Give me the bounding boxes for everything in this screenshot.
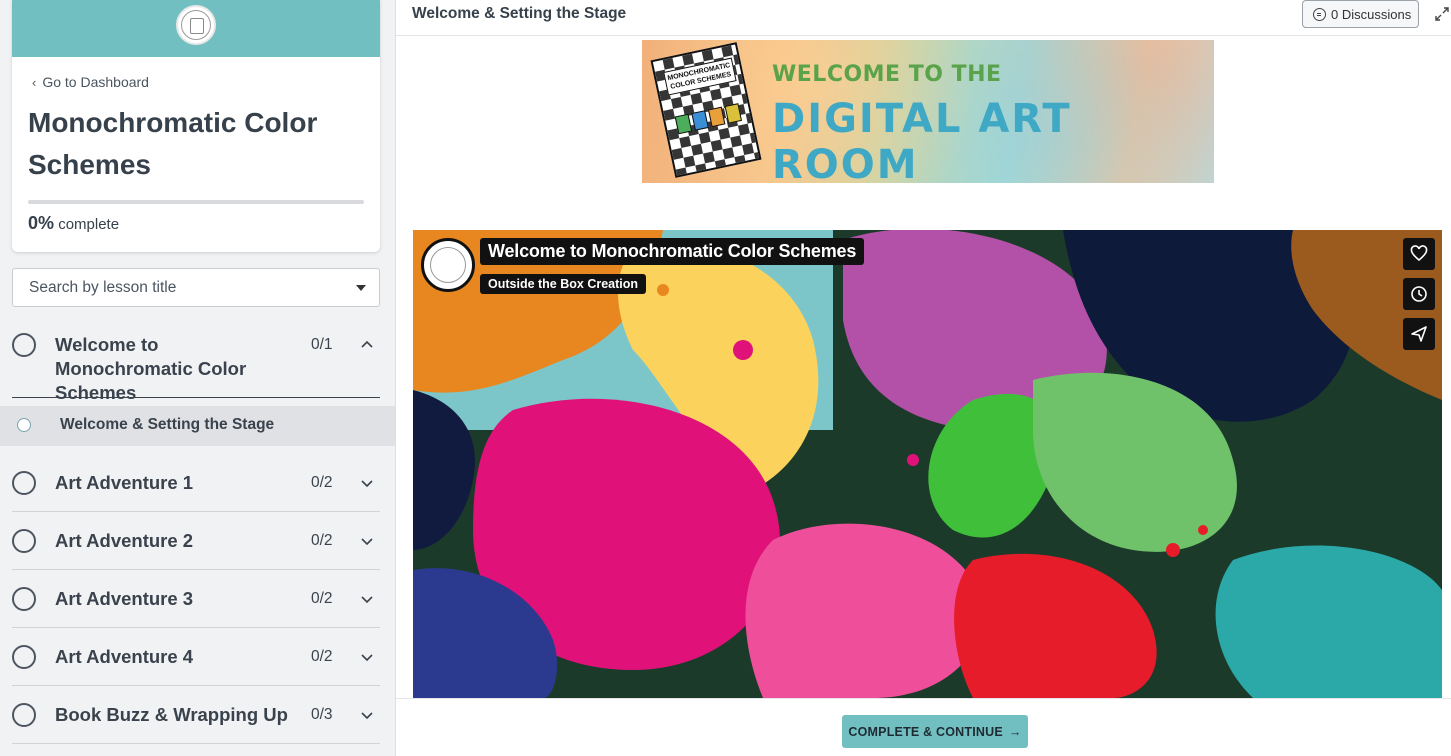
section-count: 0/2 xyxy=(311,532,333,549)
section-status-icon xyxy=(12,529,36,553)
chevron-left-icon: ‹ xyxy=(32,74,37,90)
course-progress-bar xyxy=(28,200,364,204)
section-divider xyxy=(12,627,380,628)
section-label: Art Adventure 2 xyxy=(55,530,194,551)
lesson-status-icon xyxy=(17,418,31,432)
section-status-icon xyxy=(12,703,36,727)
caret-down-icon[interactable] xyxy=(356,285,366,291)
chevron-up-icon[interactable] xyxy=(361,339,373,351)
section-status-icon xyxy=(12,587,36,611)
banner-title-text: DIGITAL ART ROOM xyxy=(772,96,1072,183)
section-status-icon xyxy=(12,333,36,357)
go-to-dashboard-link[interactable]: ‹ Go to Dashboard xyxy=(32,74,149,90)
complete-and-continue-button[interactable]: COMPLETE & CONTINUE → xyxy=(842,715,1028,748)
section-count: 0/2 xyxy=(311,474,333,491)
section-art-adventure-4[interactable]: Art Adventure 4 0/2 xyxy=(12,645,380,669)
video-channel-name[interactable]: Outside the Box Creation xyxy=(480,274,647,294)
lesson-search-input[interactable] xyxy=(29,278,339,297)
chevron-down-icon[interactable] xyxy=(361,709,373,721)
discussions-button[interactable]: 0 Discussions xyxy=(1302,0,1419,28)
brand-logo xyxy=(176,5,216,45)
section-status-icon xyxy=(12,645,36,669)
section-label: Welcome to Monochromatic Color Schemes xyxy=(55,334,247,403)
section-welcome[interactable]: Welcome to Monochromatic Color Schemes 0… xyxy=(12,333,380,405)
progress-percent: 0% xyxy=(28,213,55,233)
chat-bubble-icon xyxy=(1313,7,1326,21)
chevron-down-icon[interactable] xyxy=(361,593,373,605)
section-count: 0/3 xyxy=(311,706,333,723)
go-to-dashboard-label: Go to Dashboard xyxy=(42,74,149,90)
arrow-right-icon: → xyxy=(1008,724,1022,739)
lesson-label: Welcome & Setting the Stage xyxy=(60,416,275,433)
section-label: Book Buzz & Wrapping Up xyxy=(55,704,288,725)
course-card: ‹ Go to Dashboard Monochromatic Color Sc… xyxy=(12,0,380,252)
section-divider xyxy=(12,511,380,512)
share-icon[interactable] xyxy=(1403,318,1435,350)
section-art-adventure-1[interactable]: Art Adventure 1 0/2 xyxy=(12,471,380,495)
banner-welcome-text: WELCOME TO THE xyxy=(772,62,1002,87)
video-title[interactable]: Welcome to Monochromatic Color Schemes xyxy=(480,238,865,265)
section-divider xyxy=(12,743,380,744)
chevron-down-icon[interactable] xyxy=(361,535,373,547)
section-label: Art Adventure 3 xyxy=(55,588,194,609)
discussions-label: 0 Discussions xyxy=(1331,6,1412,22)
progress-suffix: complete xyxy=(58,216,120,233)
section-status-icon xyxy=(12,471,36,495)
progress-summary: 0% complete xyxy=(28,213,119,234)
chevron-down-icon[interactable] xyxy=(361,651,373,663)
chevron-down-icon[interactable] xyxy=(361,477,373,489)
section-book-buzz[interactable]: Book Buzz & Wrapping Up 0/3 xyxy=(12,703,380,727)
section-divider xyxy=(12,397,380,398)
digital-art-room-banner: MONOCHROMATIC COLOR SCHEMES WELCOME TO T… xyxy=(642,40,1214,183)
course-card-banner xyxy=(12,0,380,57)
section-divider xyxy=(12,569,380,570)
clock-icon[interactable] xyxy=(1403,278,1435,310)
lesson-title: Welcome & Setting the Stage xyxy=(412,5,627,22)
book-cover-image: MONOCHROMATIC COLOR SCHEMES xyxy=(650,42,762,178)
watch-later-heart-icon[interactable] xyxy=(1403,238,1435,270)
lesson-welcome-setting-the-stage[interactable]: Welcome & Setting the Stage xyxy=(0,406,395,446)
lesson-footer: COMPLETE & CONTINUE → xyxy=(396,698,1451,756)
lesson-search-select[interactable] xyxy=(12,268,380,307)
section-count: 0/2 xyxy=(311,590,333,607)
lesson-header: Welcome & Setting the Stage 0 Discussion… xyxy=(396,0,1451,36)
course-title: Monochromatic Color Schemes xyxy=(28,107,318,180)
section-label: Art Adventure 4 xyxy=(55,646,194,667)
section-label: Art Adventure 1 xyxy=(55,472,194,493)
section-divider xyxy=(12,685,380,686)
video-thumbnail xyxy=(413,230,1442,698)
channel-avatar[interactable] xyxy=(421,238,475,292)
section-art-adventure-2[interactable]: Art Adventure 2 0/2 xyxy=(12,529,380,553)
section-art-adventure-3[interactable]: Art Adventure 3 0/2 xyxy=(12,587,380,611)
section-count: 0/2 xyxy=(311,648,333,665)
course-sidebar: ‹ Go to Dashboard Monochromatic Color Sc… xyxy=(0,0,396,756)
video-player[interactable]: Welcome to Monochromatic Color Schemes O… xyxy=(413,230,1442,698)
complete-and-continue-label: COMPLETE & CONTINUE xyxy=(848,724,1003,739)
expand-icon[interactable] xyxy=(1434,6,1450,22)
section-count: 0/1 xyxy=(311,336,333,353)
